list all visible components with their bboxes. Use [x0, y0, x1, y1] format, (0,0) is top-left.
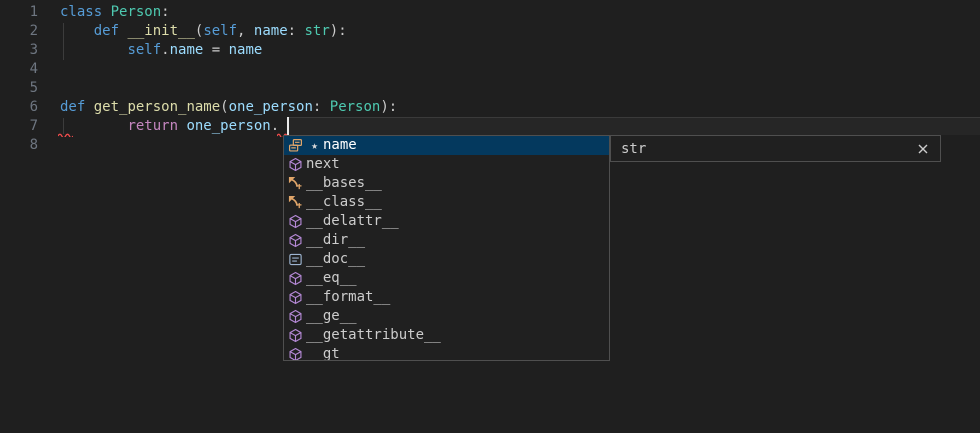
code-line-text: def __init__(self, name: str):	[60, 22, 347, 41]
suggestion-item[interactable]: __class__	[284, 193, 609, 212]
code-line[interactable]: 6 def get_person_name(one_person: Person)…	[0, 98, 980, 117]
method-icon	[287, 328, 303, 344]
suggestion-item[interactable]: __doc__	[284, 250, 609, 269]
intellicode-star-icon: ★	[306, 136, 323, 155]
method-icon	[287, 157, 303, 173]
line-number[interactable]: 1	[0, 3, 38, 22]
error-squiggle	[58, 132, 73, 137]
method-icon	[287, 214, 303, 230]
suggest-details-header: str	[610, 135, 941, 162]
code-line-text: class Person:	[60, 3, 170, 22]
suggestion-label: next	[306, 155, 340, 174]
suggest-widget-list[interactable]: ★name next __bases__ __class__ __delattr…	[283, 135, 610, 361]
suggestion-label: __doc__	[306, 250, 365, 269]
method-icon	[287, 233, 303, 249]
line-number[interactable]: 8	[0, 136, 38, 155]
method-icon	[287, 347, 303, 362]
code-line[interactable]: 7 return one_person.	[0, 117, 980, 136]
close-icon[interactable]	[916, 142, 930, 156]
method-icon	[287, 309, 303, 325]
suggest-details-title: str	[621, 141, 916, 157]
code-line[interactable]: 1 class Person:	[0, 3, 980, 22]
line-number[interactable]: 7	[0, 117, 38, 136]
suggestion-label: __bases__	[306, 174, 382, 193]
suggestion-item[interactable]: next	[284, 155, 609, 174]
suggestion-item[interactable]: __format__	[284, 288, 609, 307]
reference-icon	[287, 195, 303, 211]
suggestion-label: __delattr__	[306, 212, 399, 231]
code-line[interactable]: 4	[0, 60, 980, 79]
line-number[interactable]: 4	[0, 60, 38, 79]
line-number[interactable]: 6	[0, 98, 38, 117]
suggestion-label: __gt__	[306, 345, 357, 361]
suggestion-label: __class__	[306, 193, 382, 212]
suggestion-item[interactable]: __dir__	[284, 231, 609, 250]
suggestion-label: name	[323, 136, 357, 155]
line-number[interactable]: 3	[0, 41, 38, 60]
document-icon	[287, 252, 303, 268]
suggestion-item[interactable]: ★name	[284, 136, 609, 155]
method-icon	[287, 271, 303, 287]
suggestion-item[interactable]: __bases__	[284, 174, 609, 193]
code-line[interactable]: 5	[0, 79, 980, 98]
reference-icon	[287, 176, 303, 192]
suggestion-item[interactable]: __getattribute__	[284, 326, 609, 345]
suggestion-item[interactable]: __eq__	[284, 269, 609, 288]
suggestion-item[interactable]: __delattr__	[284, 212, 609, 231]
suggestion-label: __ge__	[306, 307, 357, 326]
suggestion-item[interactable]: __ge__	[284, 307, 609, 326]
suggestion-label: __eq__	[306, 269, 357, 288]
code-line-text: self.name = name	[60, 41, 262, 60]
suggestion-label: __dir__	[306, 231, 365, 250]
code-line-text: return one_person.	[60, 117, 279, 136]
field-icon	[287, 138, 303, 154]
method-icon	[287, 290, 303, 306]
code-line-text: def get_person_name(one_person: Person):	[60, 98, 397, 117]
suggestion-item[interactable]: __gt__	[284, 345, 609, 361]
code-line[interactable]: 2 def __init__(self, name: str):	[0, 22, 980, 41]
code-line[interactable]: 3 self.name = name	[0, 41, 980, 60]
suggestion-label: __format__	[306, 288, 390, 307]
line-number[interactable]: 5	[0, 79, 38, 98]
line-number[interactable]: 2	[0, 22, 38, 41]
suggestion-label: __getattribute__	[306, 326, 441, 345]
